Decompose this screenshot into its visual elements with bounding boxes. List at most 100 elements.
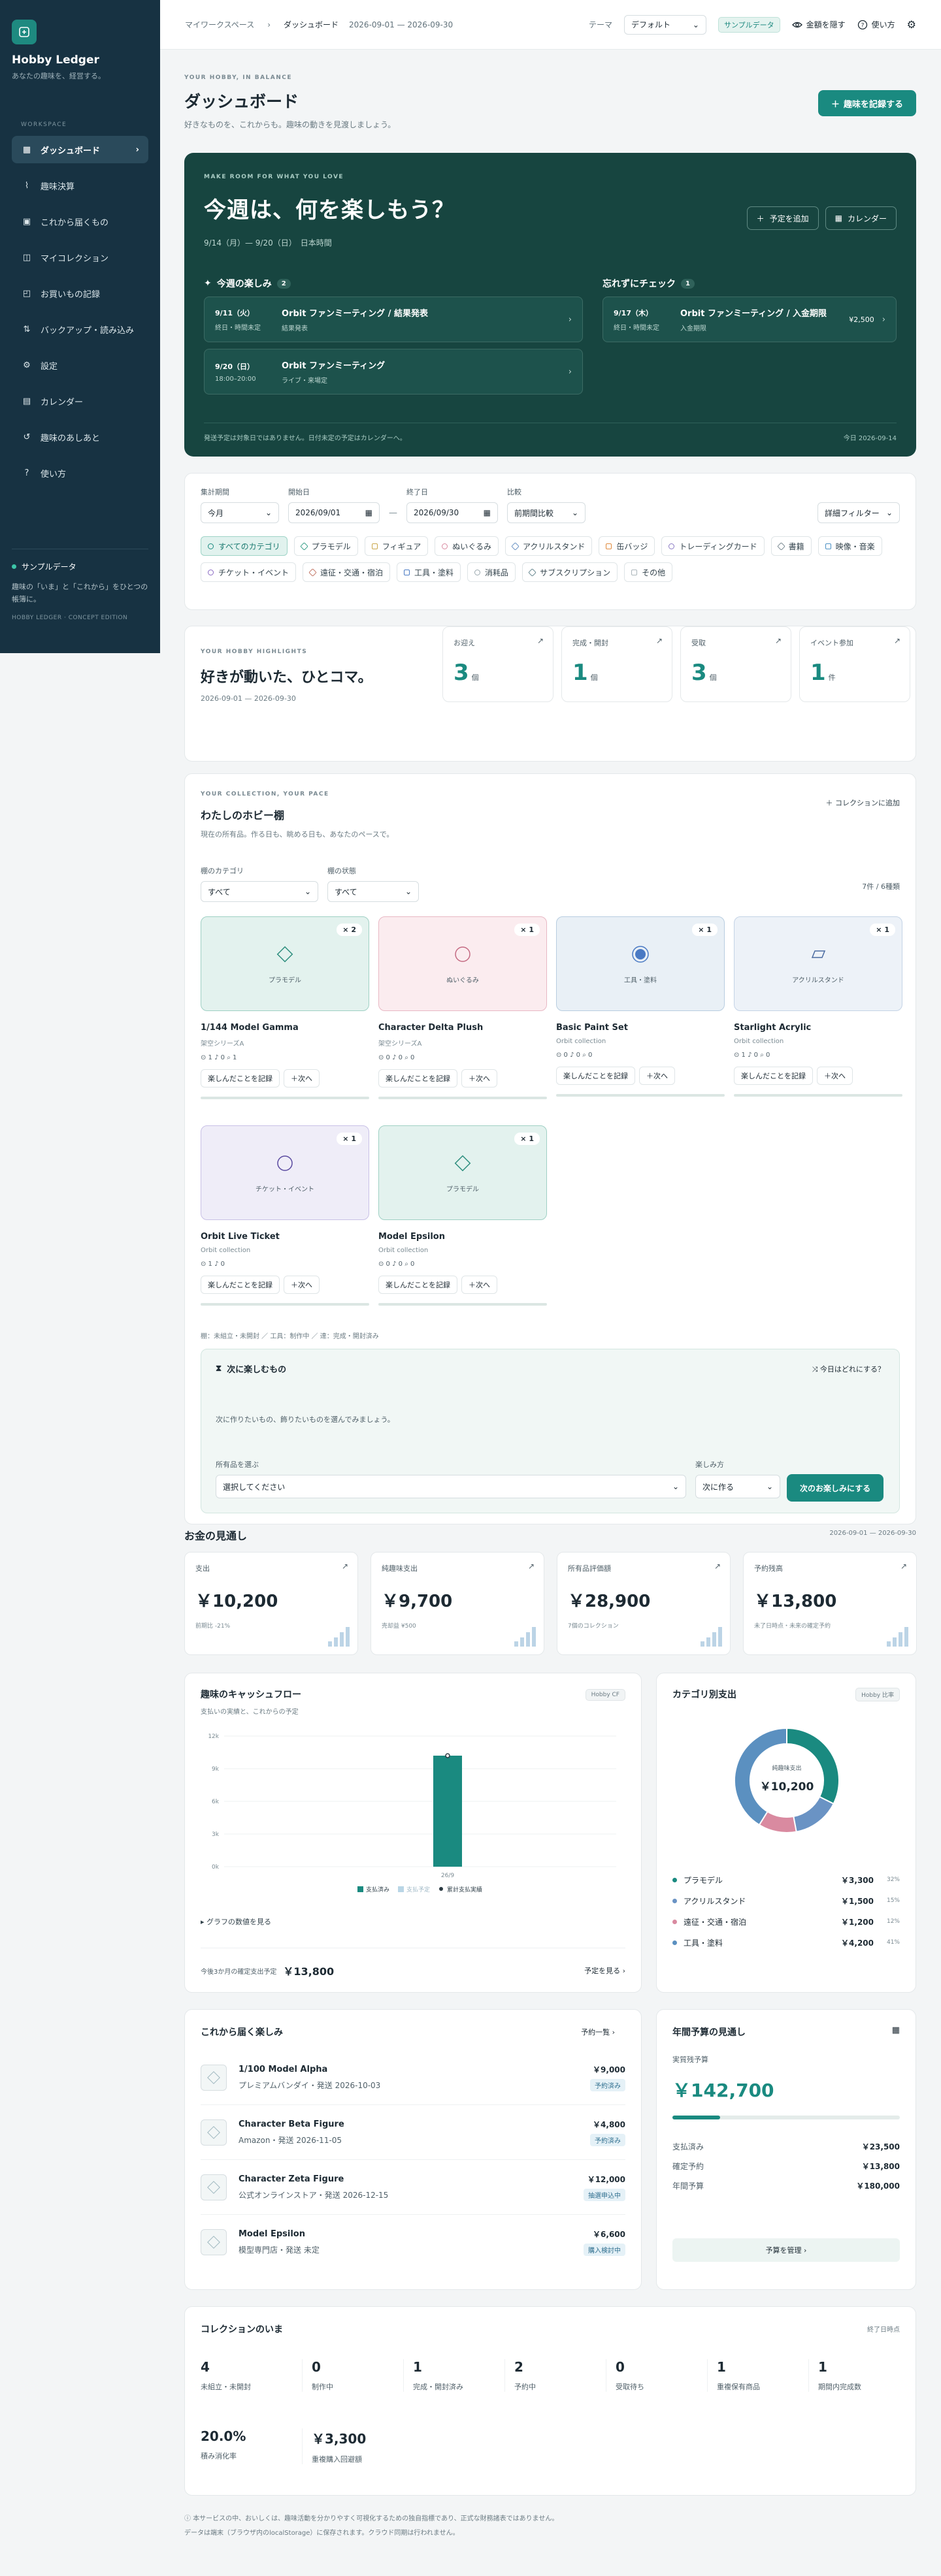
category-chip[interactable]: すべてのカテゴリ	[201, 536, 288, 556]
record-enjoy-button[interactable]: 楽しんだことを記録	[734, 1067, 813, 1085]
highlight-value: 3個	[691, 660, 780, 686]
diamond-icon	[276, 946, 293, 963]
detail-filter-label: 詳細フィルター	[825, 508, 880, 518]
sidebar-item-label: お買いもの記録	[41, 289, 101, 300]
record-enjoy-button[interactable]: 楽しんだことを記録	[378, 1276, 457, 1294]
money-card[interactable]: 支出 ￥10,200 前期比 -21% ↗	[184, 1552, 358, 1655]
hide-amounts-button[interactable]: 金額を隠す	[791, 19, 846, 30]
sidebar-item-label: 使い方	[41, 469, 67, 479]
sidebar-item-3[interactable]: ◫ マイコレクション	[12, 244, 148, 271]
detail-filter-button[interactable]: 詳細フィルター ⌄	[817, 502, 900, 523]
reservation-list-link[interactable]: 予約一覧 ›	[581, 2027, 615, 2037]
collection-item[interactable]: 工具・塗料 × 1 Basic Paint Set Orbit collection ⊙…	[556, 916, 725, 1097]
upcoming-item[interactable]: Character Zeta Figure 公式オンラインストア・発送 2026-…	[201, 2160, 625, 2215]
add-collection-link[interactable]: ＋ コレクションに追加	[826, 797, 900, 808]
next-button[interactable]: ＋ 次へ	[284, 1276, 320, 1294]
next-button[interactable]: ＋ 次へ	[461, 1276, 497, 1294]
calendar-icon[interactable]: ▦	[892, 2025, 900, 2035]
next-button[interactable]: ＋ 次へ	[461, 1069, 497, 1087]
category-chip[interactable]: 缶バッジ	[599, 536, 655, 556]
sidebar-item-label: ダッシュボード	[41, 146, 101, 156]
shelf-category-select[interactable]: すべて ⌄	[201, 881, 318, 902]
category-chip[interactable]: サブスクリプション	[522, 562, 618, 582]
sidebar-item-8[interactable]: ↺ 趣味のあしあと	[12, 423, 148, 451]
highlight-stat[interactable]: 受取 3 個 ↗	[680, 626, 791, 702]
event-card[interactable]: 9/17（木） 終日・時間未定 Orbit ファンミーティング / 入金期限 入金期限…	[603, 297, 897, 342]
next-button[interactable]: ＋ 次へ	[817, 1067, 853, 1085]
money-card[interactable]: 純趣味支出 ￥9,700 売却益 ¥500 ↗	[371, 1552, 544, 1655]
collection-item[interactable]: ぬいぐるみ × 1 Character Delta Plush 架空シリーズA ⊙ 0 …	[378, 916, 547, 1099]
set-next-button[interactable]: 次のお楽しみにする	[787, 1474, 884, 1502]
next-enjoy-panel: ⧗ 次に楽しむもの ⤨ 今日はどれにする？ 次に作りたいもの、飾りたいものを選んで…	[201, 1349, 900, 1513]
record-enjoy-button[interactable]: 楽しんだことを記録	[201, 1069, 280, 1087]
help-button[interactable]: ? 使い方	[857, 19, 895, 30]
category-chip[interactable]: 書籍	[770, 536, 812, 556]
start-date-input[interactable]: 2026/09/01 ▦	[288, 502, 380, 523]
event-card[interactable]: 9/20（日） 18:00–20:00 Orbit ファンミーティング ライブ・来場定…	[204, 349, 583, 394]
category-chip[interactable]: トレーディングカード	[661, 536, 765, 556]
budget-panel: 年間予算の見通し ▦ 実質残予算 ￥142,700 支払済み ￥23,500 確定予…	[656, 2009, 916, 2290]
category-chip[interactable]: ぬいぐるみ	[435, 536, 499, 556]
chevron-down-icon: ⌄	[571, 508, 578, 517]
collection-item[interactable]: プラモデル × 1 Model Epsilon Orbit collection ⊙ 0…	[378, 1125, 547, 1306]
upcoming-item[interactable]: Character Beta Figure Amazon・発送 2026-11-0…	[201, 2105, 625, 2160]
theme-select[interactable]: デフォルト ⌄	[623, 14, 706, 35]
category-chip[interactable]: アクリルスタンド	[505, 536, 593, 556]
shelf-state-select[interactable]: すべて ⌄	[327, 881, 419, 902]
sidebar-item-5[interactable]: ⇅ バックアップ・読み込み	[12, 315, 148, 343]
highlight-stat[interactable]: 完成・開封 1 個 ↗	[561, 626, 672, 702]
sidebar-item-6[interactable]: ⚙ 設定	[12, 351, 148, 379]
category-chip[interactable]: 映像・音楽	[817, 536, 882, 556]
how-to-enjoy-select[interactable]: 次に作る ⌄	[695, 1475, 780, 1498]
sidebar-item-4[interactable]: ◰ お買いもの記録	[12, 280, 148, 307]
next-button[interactable]: ＋ 次へ	[639, 1067, 675, 1085]
record-enjoy-button[interactable]: 楽しんだことを記録	[201, 1276, 280, 1294]
money-card[interactable]: 予約残高 ￥13,800 未了日時点・未来の確定予約 ↗	[743, 1552, 917, 1655]
highlight-label: 受取	[691, 639, 706, 647]
chart-data-toggle[interactable]: ▸ グラフの数値を見る	[201, 1916, 271, 1927]
category-chip[interactable]: フィギュア	[364, 536, 429, 556]
item-select[interactable]: 選択してください ⌄	[216, 1475, 686, 1498]
event-card[interactable]: 9/11（火） 終日・時間未定 Orbit ファンミーティング / 結果発表 結果発表…	[204, 297, 583, 342]
collection-item[interactable]: プラモデル × 2 1/144 Model Gamma 架空シリーズA ⊙ 1 ♪ 0 …	[201, 916, 369, 1099]
money-card[interactable]: 所有品評価額 ￥28,900 7個のコレクション ↗	[557, 1552, 731, 1655]
manage-budget-button[interactable]: 予算を管理 ›	[672, 2238, 900, 2262]
compare-select[interactable]: 前期間比較 ⌄	[507, 502, 586, 523]
sidebar-item-0[interactable]: ▦ ダッシュボード ›	[12, 136, 148, 163]
category-chip[interactable]: プラモデル	[293, 536, 358, 556]
sidebar-item-7[interactable]: ▤ カレンダー	[12, 387, 148, 415]
view-plans-link[interactable]: 予定を見る ›	[584, 1965, 625, 1976]
calendar-button[interactable]: ▦ カレンダー	[825, 206, 897, 230]
collection-item[interactable]: アクリルスタンド × 1 Starlight Acrylic Orbit collec…	[734, 916, 902, 1097]
collection-eyebrow: YOUR COLLECTION, YOUR PACE	[201, 791, 329, 797]
period-select[interactable]: 今月 ⌄	[201, 502, 279, 523]
gear-icon[interactable]: ⚙	[907, 18, 916, 31]
sidebar-item-9[interactable]: ? 使い方	[12, 459, 148, 487]
category-chip[interactable]: 工具・塗料	[397, 562, 461, 582]
breadcrumb-root[interactable]: マイワークスペース	[185, 19, 254, 30]
category-chip[interactable]: 遠征・交通・宿泊	[303, 562, 391, 582]
random-pick-button[interactable]: ⤨ 今日はどれにする？	[812, 1364, 885, 1374]
end-date-input[interactable]: 2026/09/30 ▦	[406, 502, 498, 523]
upcoming-item[interactable]: 1/100 Model Alpha プレミアムバンダイ・発送 2026-10-03…	[201, 2050, 625, 2105]
highlight-stat[interactable]: お迎え 3 個 ↗	[442, 626, 553, 702]
highlight-stat[interactable]: イベント参加 1 件 ↗	[799, 626, 910, 702]
compare-value: 前期間比較	[514, 508, 554, 518]
next-button[interactable]: ＋ 次へ	[284, 1069, 320, 1087]
plus-icon: ＋	[469, 1281, 476, 1289]
collection-item[interactable]: チケット・イベント × 1 Orbit Live Ticket Orbit colle…	[201, 1125, 369, 1306]
upcoming-item[interactable]: Model Epsilon 模型専門店・発送 未定 ￥6,600 購入検討中	[201, 2215, 625, 2270]
legend-swatch	[357, 1886, 363, 1892]
calendar-icon: ▤	[22, 396, 31, 406]
category-chip[interactable]: チケット・イベント	[201, 562, 297, 582]
x-tick-label: 26/9	[441, 1873, 454, 1879]
record-enjoy-button[interactable]: 楽しんだことを記録	[378, 1069, 457, 1087]
add-plan-button[interactable]: ＋ 予定を追加	[746, 206, 819, 230]
category-chip[interactable]: 消耗品	[467, 562, 516, 582]
record-enjoy-button[interactable]: 楽しんだことを記録	[556, 1067, 635, 1085]
category-chip-label: その他	[642, 568, 666, 577]
record-hobby-button[interactable]: ＋趣味を記録する	[817, 90, 916, 116]
sidebar-item-1[interactable]: ⌇ 趣味決算	[12, 172, 148, 199]
sidebar-item-2[interactable]: ▣ これから届くもの	[12, 208, 148, 235]
category-chip[interactable]: その他	[624, 562, 673, 582]
